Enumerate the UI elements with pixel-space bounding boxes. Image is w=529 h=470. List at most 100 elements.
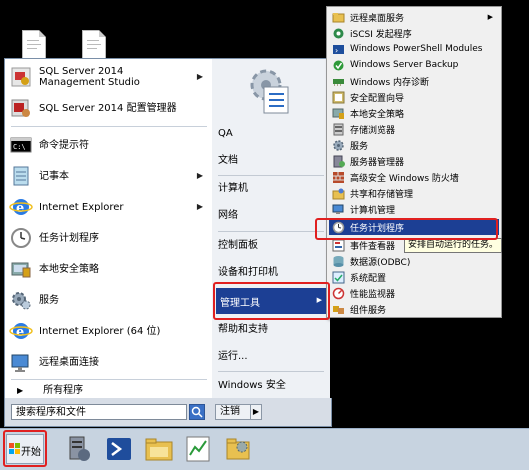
submenu-item-storage-explorer[interactable]: 存储浏览器 — [329, 121, 499, 137]
submenu-item-performance-monitor[interactable]: 性能监视器 — [329, 285, 499, 301]
submenu-item-server-manager[interactable]: 服务器管理器 — [329, 153, 499, 169]
start-item-remote-desktop[interactable]: 远程桌面连接 — [9, 348, 209, 376]
start-item-cmd[interactable]: C:\ 命令提示符 — [9, 131, 209, 159]
taskbar-server-manager-button[interactable] — [62, 433, 96, 465]
submenu-item-firewall[interactable]: 高级安全 Windows 防火墙 — [329, 169, 499, 185]
task-scheduler-icon — [9, 226, 33, 250]
start-item-label: SQL Server 2014 配置管理器 — [39, 102, 177, 114]
start-item-label: 服务 — [39, 294, 59, 306]
submenu-item-label: 远程桌面服务 — [350, 13, 405, 24]
notepad-icon — [9, 164, 33, 188]
services-icon — [332, 139, 345, 152]
submenu-item-label: 数据源(ODBC) — [350, 257, 411, 268]
start-item-security-policy[interactable]: 本地安全策略 — [9, 255, 209, 283]
submenu-item-remote-desktop-services[interactable]: 远程桌面服务 ▶ — [329, 9, 499, 25]
submenu-item-share-storage[interactable]: 共享和存储管理 — [329, 185, 499, 201]
start-item-label: 命令提示符 — [39, 139, 89, 151]
places-item-documents[interactable]: 文档 — [218, 150, 324, 172]
security-policy-icon — [9, 257, 33, 281]
task-manager-icon — [186, 436, 210, 462]
start-item-ie64[interactable]: e Internet Explorer (64 位) — [9, 317, 209, 345]
submenu-item-computer-management[interactable]: 计算机管理 — [329, 201, 499, 217]
explorer-icon — [145, 438, 173, 461]
taskbar-powershell-button[interactable] — [102, 433, 136, 465]
admin-tools-icon — [226, 438, 250, 460]
powershell-icon: › — [332, 43, 345, 56]
submenu-item-label: 服务器管理器 — [350, 157, 405, 168]
start-item-label: 任务计划程序 — [39, 232, 99, 244]
submenu-item-odbc[interactable]: 数据源(ODBC) — [329, 253, 499, 269]
submenu-item-label: Windows 内存诊断 — [350, 77, 430, 88]
computer-management-icon — [332, 203, 345, 216]
start-item-notepad[interactable]: 记事本 ▶ — [9, 162, 209, 190]
start-item-services[interactable]: 服务 — [9, 286, 209, 314]
svg-text:C:\: C:\ — [13, 143, 26, 151]
submenu-item-security-wizard[interactable]: 安全配置向导 — [329, 89, 499, 105]
cmd-icon: C:\ — [9, 133, 33, 157]
services-icon — [9, 288, 33, 312]
start-item-sql-config[interactable]: SQL Server 2014 配置管理器 — [9, 94, 209, 122]
security-wizard-icon — [332, 91, 345, 104]
shutdown-options-arrow-icon[interactable]: ▶ — [250, 404, 262, 420]
task-scheduler-tooltip: 安排自动运行的任务。 — [404, 238, 503, 253]
search-icon[interactable] — [189, 404, 205, 420]
logoff-button[interactable]: 注销 — [215, 404, 251, 420]
search-input[interactable]: 搜索程序和文件 — [11, 404, 187, 420]
submenu-item-server-backup[interactable]: Windows Server Backup — [329, 57, 499, 73]
start-item-ie[interactable]: e Internet Explorer ▶ — [9, 193, 209, 221]
admin-tools-icon — [246, 65, 294, 115]
places-item-network[interactable]: 网络 — [218, 205, 324, 227]
submenu-item-label: 服务 — [350, 141, 369, 152]
start-item-label: 远程桌面连接 — [39, 356, 99, 368]
event-viewer-icon — [332, 239, 345, 252]
server-manager-icon — [69, 436, 90, 461]
places-item-computer[interactable]: 计算机 — [218, 178, 324, 200]
annotation-highlight-start-button — [3, 430, 47, 467]
sql-config-icon — [9, 96, 33, 120]
submenu-item-label: 性能监视器 — [350, 289, 396, 300]
menu-divider — [218, 231, 324, 232]
places-item-control-panel[interactable]: 控制面板 — [218, 235, 324, 257]
share-storage-icon — [332, 187, 345, 200]
places-item-run[interactable]: 运行... — [218, 346, 324, 368]
submenu-item-memory-diagnostic[interactable]: Windows 内存诊断 — [329, 73, 499, 89]
submenu-item-services[interactable]: 服务 — [329, 137, 499, 153]
submenu-item-iscsi[interactable]: iSCSI 发起程序 — [329, 25, 499, 41]
svg-text:›: › — [335, 46, 338, 55]
folder-icon — [332, 11, 345, 24]
submenu-item-label: 高级安全 Windows 防火墙 — [350, 173, 459, 184]
submenu-item-component-services[interactable]: 组件服务 — [329, 301, 499, 317]
start-item-sql-studio[interactable]: SQL Server 2014 Management Studio ▶ — [9, 63, 209, 91]
start-item-task-scheduler[interactable]: 任务计划程序 — [9, 224, 209, 252]
submenu-item-label: 计算机管理 — [350, 205, 396, 216]
start-menu-programs-panel: SQL Server 2014 Management Studio ▶ SQL … — [4, 58, 214, 400]
start-item-label: Internet Explorer (64 位) — [39, 325, 161, 337]
local-policy-icon — [332, 107, 345, 120]
taskbar: 开始 — [0, 428, 529, 470]
places-item-devices-printers[interactable]: 设备和打印机 — [218, 262, 324, 284]
all-programs-button[interactable]: ▶ 所有程序 — [9, 380, 209, 400]
submenu-item-label: Windows PowerShell Modules — [350, 44, 483, 54]
menu-divider — [218, 371, 324, 372]
system-config-icon — [332, 271, 345, 284]
component-services-icon — [332, 303, 345, 316]
taskbar-task-manager-button[interactable] — [182, 433, 216, 465]
taskbar-admin-tools-button[interactable] — [222, 433, 256, 465]
submenu-item-label: 组件服务 — [350, 305, 387, 316]
submenu-item-local-policy[interactable]: 本地安全策略 — [329, 105, 499, 121]
all-programs-arrow-icon: ▶ — [17, 385, 24, 395]
memory-diagnostic-icon — [332, 75, 345, 88]
submenu-item-system-config[interactable]: 系统配置 — [329, 269, 499, 285]
start-item-label: 本地安全策略 — [39, 263, 99, 275]
places-item-windows-security[interactable]: Windows 安全 — [218, 375, 324, 397]
submenu-item-powershell-modules[interactable]: › Windows PowerShell Modules — [329, 41, 499, 57]
firewall-icon — [332, 171, 345, 184]
places-item-qa[interactable]: QA — [218, 123, 324, 145]
taskbar-explorer-button[interactable] — [142, 433, 176, 465]
start-item-label: 记事本 — [39, 170, 69, 182]
sql-studio-icon — [9, 65, 33, 89]
submenu-arrow-icon: ▶ — [196, 202, 203, 211]
all-programs-label: 所有程序 — [43, 384, 84, 396]
places-item-help[interactable]: 帮助和支持 — [218, 319, 324, 341]
submenu-item-label: iSCSI 发起程序 — [350, 29, 412, 40]
